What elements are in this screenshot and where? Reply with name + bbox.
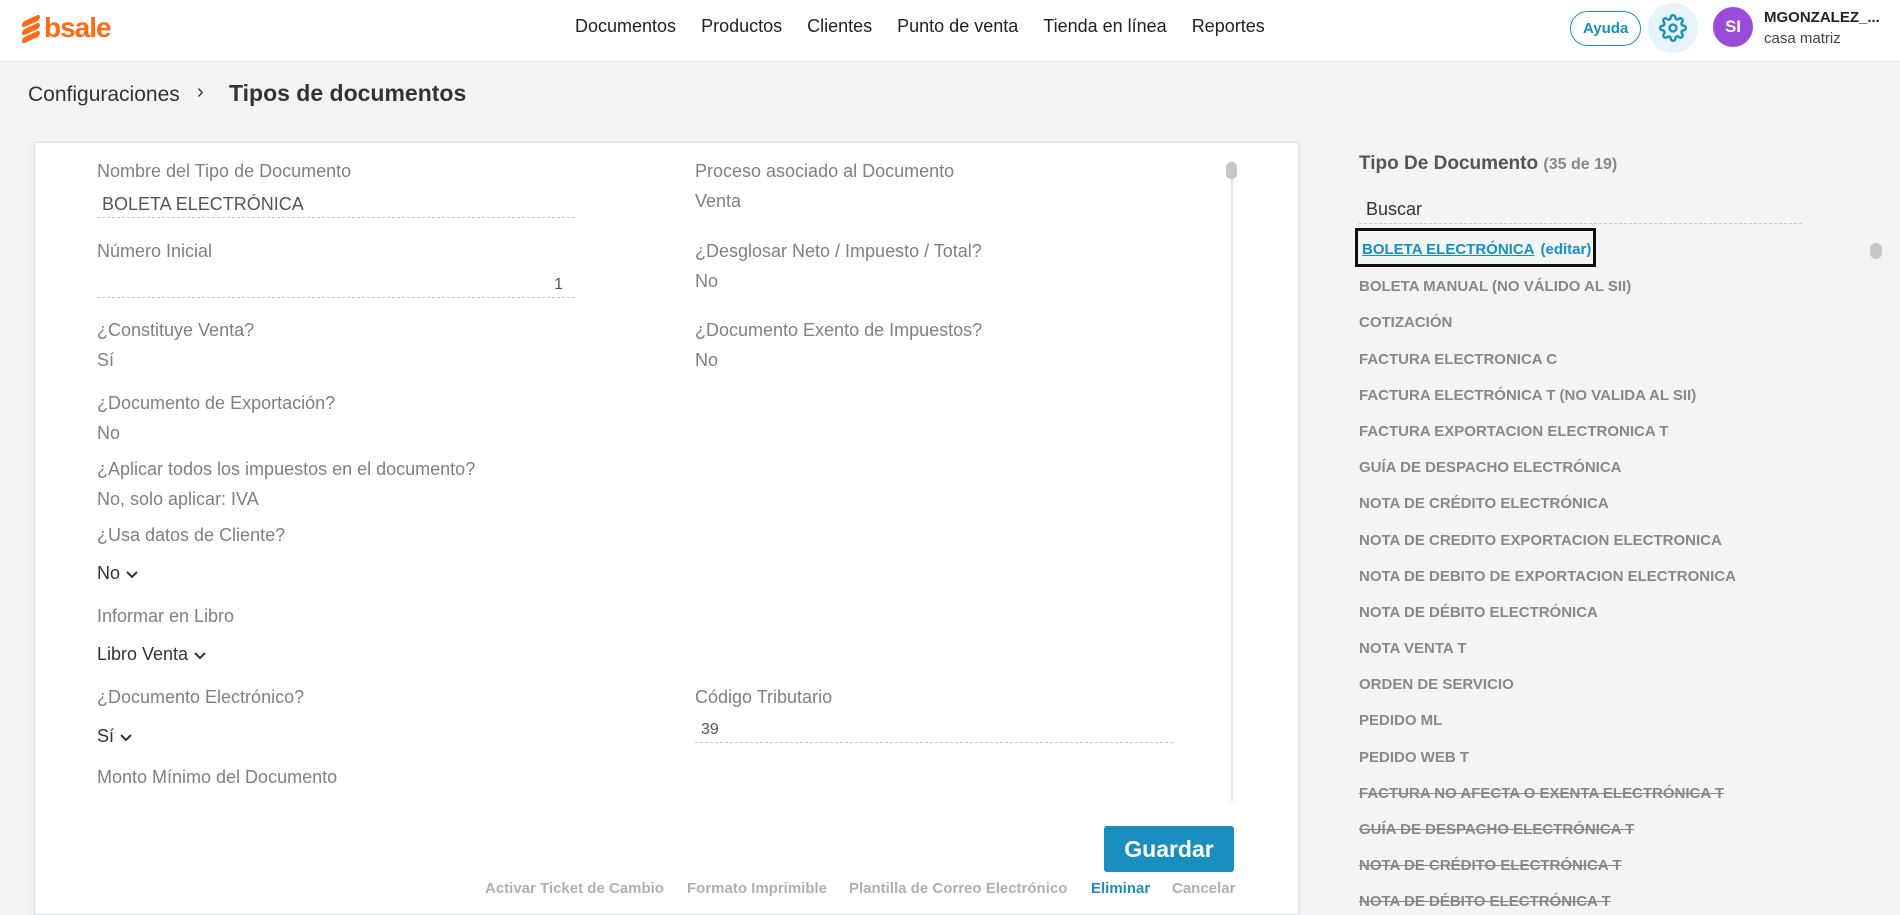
list-item-disabled[interactable]: NOTA DE DÉBITO ELECTRÓNICA T xyxy=(1359,893,1879,915)
book-label: Informar en Libro xyxy=(97,606,235,626)
document-type-list: BOLETA ELECTRÓNICA (editar) BOLETA MANUAL… xyxy=(1355,228,1879,915)
sidebar-title: Tipo De Documento (35 de 19) xyxy=(1359,153,1617,175)
list-item[interactable]: PEDIDO ML xyxy=(1359,712,1879,748)
list-item[interactable]: FACTURA ELECTRONICA C xyxy=(1359,351,1879,387)
bsale-logo[interactable]: bsale xyxy=(22,12,112,45)
list-item[interactable]: GUÍA DE DESPACHO ELECTRÓNICA xyxy=(1359,459,1879,495)
initial-number-input[interactable] xyxy=(97,272,575,298)
book-dropdown[interactable]: Libro Venta xyxy=(97,644,207,665)
list-item[interactable]: NOTA VENTA T xyxy=(1359,640,1879,676)
list-item-selected[interactable]: BOLETA ELECTRÓNICA (editar) xyxy=(1355,228,1879,278)
is-sale-label: ¿Constituye Venta? xyxy=(97,320,255,340)
main-nav: Documentos Productos Clientes Punto de v… xyxy=(575,16,1265,37)
tax-code-input[interactable] xyxy=(695,717,1173,743)
min-amount-label: Monto Mínimo del Documento xyxy=(97,767,338,787)
breadcrumb-chevron-icon: › xyxy=(197,81,204,103)
sidebar-scrollbar-thumb[interactable] xyxy=(1870,243,1882,259)
sidebar-count: (35 de 19) xyxy=(1543,156,1618,173)
electronic-dropdown[interactable]: Sí xyxy=(97,726,133,747)
list-item[interactable]: NOTA DE DEBITO DE EXPORTACION ELECTRONIC… xyxy=(1359,568,1879,604)
edit-link[interactable]: (editar) xyxy=(1541,241,1592,258)
export-label: ¿Documento de Exportación? xyxy=(97,393,336,413)
breakdown-value: No xyxy=(695,271,719,291)
breakdown-label: ¿Desglosar Neto / Impuesto / Total? xyxy=(695,241,982,261)
list-item[interactable]: FACTURA EXPORTACION ELECTRONICA T xyxy=(1359,423,1879,459)
chevron-down-icon xyxy=(120,733,132,741)
bsale-logo-icon xyxy=(22,13,40,45)
export-value: No xyxy=(97,423,121,443)
user-avatar[interactable]: SI xyxy=(1713,7,1753,47)
settings-button[interactable] xyxy=(1648,3,1698,53)
user-branch: casa matriz xyxy=(1764,30,1841,47)
list-item[interactable]: BOLETA MANUAL (NO VÁLIDO AL SII) xyxy=(1359,278,1879,314)
form-scrollbar-thumb[interactable] xyxy=(1226,162,1237,179)
nav-item-punto-de-venta[interactable]: Punto de venta xyxy=(897,16,1018,37)
nav-item-clientes[interactable]: Clientes xyxy=(807,16,872,37)
electronic-label: ¿Documento Electrónico? xyxy=(97,687,305,707)
print-format-link[interactable]: Formato Imprimible xyxy=(687,880,827,897)
process-value: Venta xyxy=(695,191,742,211)
apply-taxes-value: No, solo aplicar: IVA xyxy=(97,489,259,509)
client-data-dropdown[interactable]: No xyxy=(97,563,139,584)
list-item-disabled[interactable]: NOTA DE CRÉDITO ELECTRÓNICA T xyxy=(1359,857,1879,893)
process-label: Proceso asociado al Documento xyxy=(695,161,955,181)
list-item[interactable]: ORDEN DE SERVICIO xyxy=(1359,676,1879,712)
tax-exempt-value: No xyxy=(695,350,719,370)
book-value: Libro Venta xyxy=(97,644,189,664)
save-button[interactable]: Guardar xyxy=(1104,826,1234,872)
nav-item-reportes[interactable]: Reportes xyxy=(1192,16,1265,37)
document-type-form: Nombre del Tipo de Documento Número Inic… xyxy=(34,142,1299,915)
top-navbar: bsale Documentos Productos Clientes Punt… xyxy=(0,0,1900,62)
activate-ticket-link[interactable]: Activar Ticket de Cambio xyxy=(485,880,664,897)
nav-item-tienda-en-linea[interactable]: Tienda en línea xyxy=(1043,16,1166,37)
client-data-label: ¿Usa datos de Cliente? xyxy=(97,525,286,545)
selected-item-highlight: BOLETA ELECTRÓNICA (editar) xyxy=(1355,228,1597,267)
form-scrollbar-track[interactable] xyxy=(1231,161,1233,801)
electronic-value: Sí xyxy=(97,726,115,746)
list-item-disabled[interactable]: GUÍA DE DESPACHO ELECTRÓNICA T xyxy=(1359,821,1879,857)
nav-item-documentos[interactable]: Documentos xyxy=(575,16,676,37)
name-label: Nombre del Tipo de Documento xyxy=(97,161,352,181)
delete-link[interactable]: Eliminar xyxy=(1091,880,1150,897)
page-title: Tipos de documentos xyxy=(229,80,467,106)
nav-item-productos[interactable]: Productos xyxy=(701,16,782,37)
help-button[interactable]: Ayuda xyxy=(1570,11,1642,46)
list-item[interactable]: COTIZACIÓN xyxy=(1359,314,1879,350)
gear-icon xyxy=(1659,14,1687,42)
sidebar-title-text: Tipo De Documento xyxy=(1359,153,1539,174)
is-sale-value: Sí xyxy=(97,350,115,370)
tax-code-label: Código Tributario xyxy=(695,687,833,707)
list-item-disabled[interactable]: FACTURA NO AFECTA O EXENTA ELECTRÓNICA T xyxy=(1359,785,1879,821)
tax-exempt-label: ¿Documento Exento de Impuestos? xyxy=(695,320,983,340)
list-item[interactable]: NOTA DE DÉBITO ELECTRÓNICA xyxy=(1359,604,1879,640)
cancel-link[interactable]: Cancelar xyxy=(1172,880,1235,897)
name-input[interactable] xyxy=(97,192,575,218)
user-name[interactable]: MGONZALEZ_... xyxy=(1764,9,1880,26)
list-item-label[interactable]: BOLETA ELECTRÓNICA xyxy=(1362,241,1535,258)
breadcrumb-configuraciones[interactable]: Configuraciones xyxy=(28,83,180,107)
list-item[interactable]: NOTA DE CREDITO EXPORTACION ELECTRONICA xyxy=(1359,532,1879,568)
chevron-down-icon xyxy=(126,570,138,578)
email-template-link[interactable]: Plantilla de Correo Electrónico xyxy=(849,880,1067,897)
logo-text: bsale xyxy=(44,12,112,43)
apply-taxes-label: ¿Aplicar todos los impuestos en el docum… xyxy=(97,459,476,479)
client-data-value: No xyxy=(97,563,121,583)
chevron-down-icon xyxy=(194,651,206,659)
list-item[interactable]: NOTA DE CRÉDITO ELECTRÓNICA xyxy=(1359,495,1879,531)
list-item[interactable]: FACTURA ELECTRÓNICA T (NO VALIDA AL SII) xyxy=(1359,387,1879,423)
list-item[interactable]: PEDIDO WEB T xyxy=(1359,749,1879,785)
sidebar-search-input[interactable] xyxy=(1359,196,1802,224)
initial-number-label: Número Inicial xyxy=(97,241,213,261)
